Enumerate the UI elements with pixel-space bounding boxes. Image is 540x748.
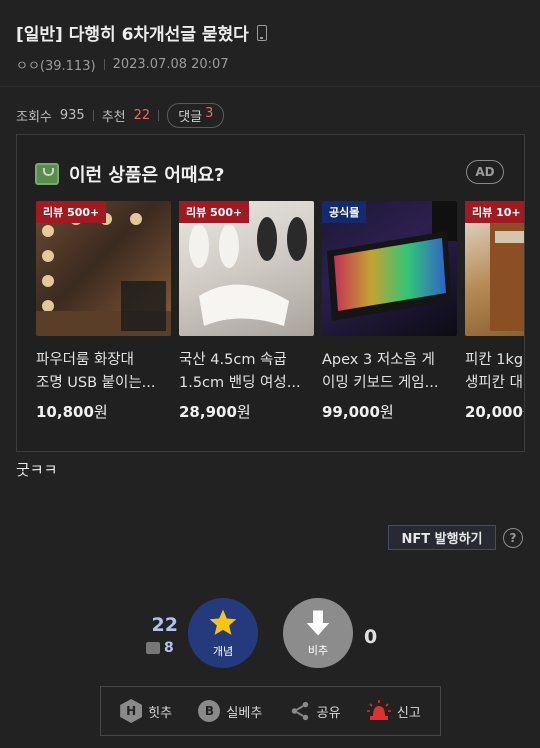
views-count: 935 bbox=[59, 107, 85, 123]
fixed-upvote-count: 8 bbox=[146, 640, 174, 656]
star-icon bbox=[209, 609, 237, 635]
fixed-user-icon bbox=[146, 642, 160, 654]
post-stats: 조회수 935 추천 22 댓글 3 bbox=[16, 102, 225, 128]
product-card[interactable]: 공식몰 Apex 3 저소음 게 이밍 키보드 게임... 99,000원 bbox=[322, 201, 457, 422]
price-unit: 원 bbox=[236, 403, 251, 421]
product-image[interactable]: 리뷰 500+ bbox=[36, 201, 171, 336]
price-unit: 원 bbox=[523, 403, 524, 421]
comments-count: 3 bbox=[205, 105, 214, 121]
product-name[interactable]: 피칸 1kg 생피칸 대 bbox=[465, 349, 524, 395]
post-body: 굿ㅋㅋ bbox=[16, 461, 58, 479]
product-name-line: Apex 3 저소음 게 bbox=[322, 352, 435, 368]
hit-recommend-label: 힛추 bbox=[148, 705, 173, 721]
product-tag: 공식몰 bbox=[322, 201, 367, 223]
post-datetime: 2023.07.08 20:07 bbox=[112, 57, 229, 72]
downvote-label: 비추 bbox=[307, 644, 329, 657]
product-name-line: 생피칸 대 bbox=[465, 375, 523, 391]
shopping-bag-icon bbox=[35, 163, 59, 185]
divider bbox=[92, 109, 94, 121]
ad-recommendation-box: 이런 상품은 어때요? AD 리뷰 500+ 파우더룸 화장대 조명 USB 붙… bbox=[16, 134, 525, 452]
divider bbox=[158, 109, 160, 121]
product-image[interactable]: 공식몰 bbox=[322, 201, 457, 336]
recommend-count: 22 bbox=[133, 107, 151, 123]
product-name[interactable]: 국산 4.5cm 속굽 1.5cm 밴딩 여성... bbox=[179, 349, 314, 395]
product-tag: 리뷰 10+ bbox=[465, 201, 524, 223]
upvote-label: 개념 bbox=[212, 645, 234, 658]
price-unit: 원 bbox=[379, 403, 394, 421]
comments-label: 댓글 bbox=[178, 109, 203, 125]
help-icon[interactable]: ? bbox=[503, 528, 523, 548]
report-label: 신고 bbox=[396, 705, 421, 721]
share-label: 공유 bbox=[316, 705, 341, 721]
product-tag: 리뷰 500+ bbox=[36, 201, 107, 223]
mobile-phone-icon bbox=[256, 24, 267, 41]
product-card[interactable]: 리뷰 500+ 파우더룸 화장대 조명 USB 붙이는... 10,800원 bbox=[36, 201, 171, 422]
fixed-upvote-value: 8 bbox=[164, 640, 174, 656]
product-price: 20,000원 bbox=[465, 401, 524, 422]
upvote-count: 22 bbox=[151, 614, 178, 636]
recommend-label: 추천 bbox=[101, 109, 126, 125]
best-recommend-button[interactable]: B 실베추 bbox=[198, 700, 262, 722]
price-value: 20,000 bbox=[465, 403, 523, 421]
product-name-line: 이밍 키보드 게임... bbox=[322, 375, 439, 391]
post-meta: ㅇㅇ(39.113) 2023.07.08 20:07 bbox=[16, 55, 229, 74]
comments-button[interactable]: 댓글 3 bbox=[167, 102, 225, 128]
product-price: 10,800원 bbox=[36, 401, 171, 422]
product-name-line: 조명 USB 붙이는... bbox=[36, 375, 156, 391]
product-tag: 리뷰 500+ bbox=[179, 201, 250, 223]
product-image[interactable]: 리뷰 10+ bbox=[465, 201, 524, 336]
price-value: 99,000 bbox=[322, 403, 380, 421]
ad-header-text: 이런 상품은 어때요? bbox=[69, 165, 225, 186]
product-card[interactable]: 리뷰 10+ 피칸 1kg 생피칸 대 20,000원 bbox=[465, 201, 524, 422]
product-name-line: 국산 4.5cm 속굽 bbox=[179, 352, 287, 368]
ad-badge[interactable]: AD bbox=[466, 160, 504, 184]
post-title: [일반] 다행히 6차개선글 묻혔다 bbox=[16, 25, 249, 45]
siren-icon bbox=[366, 700, 391, 720]
divider bbox=[103, 59, 105, 70]
best-recommend-label: 실베추 bbox=[226, 705, 263, 721]
arrow-down-icon bbox=[306, 610, 330, 636]
upvote-button[interactable]: 개념 bbox=[188, 598, 258, 668]
report-button[interactable]: 신고 bbox=[366, 700, 421, 722]
downvote-count: 0 bbox=[364, 626, 378, 648]
product-card[interactable]: 리뷰 500+ 국산 4.5cm 속굽 1.5cm 밴딩 여성... 28,90… bbox=[179, 201, 314, 422]
best-icon: B bbox=[198, 700, 221, 722]
hit-recommend-button[interactable]: H 힛추 bbox=[120, 699, 172, 723]
hit-icon: H bbox=[120, 699, 143, 723]
post-action-bar: H 힛추 B 실베추 공유 신고 bbox=[100, 686, 441, 736]
share-button[interactable]: 공유 bbox=[289, 700, 341, 722]
product-name[interactable]: Apex 3 저소음 게 이밍 키보드 게임... bbox=[322, 349, 457, 395]
header-divider bbox=[0, 86, 540, 87]
product-price: 28,900원 bbox=[179, 401, 314, 422]
product-name[interactable]: 파우더룸 화장대 조명 USB 붙이는... bbox=[36, 349, 171, 395]
views-label: 조회수 bbox=[16, 109, 52, 125]
product-carousel: 리뷰 500+ 파우더룸 화장대 조명 USB 붙이는... 10,800원 리… bbox=[36, 201, 524, 422]
post-title-row: [일반] 다행히 6차개선글 묻혔다 bbox=[16, 20, 524, 45]
product-name-line: 피칸 1kg bbox=[465, 352, 524, 368]
price-value: 10,800 bbox=[36, 403, 94, 421]
nft-issue-button[interactable]: NFT 발행하기 bbox=[388, 525, 496, 550]
downvote-button[interactable]: 비추 bbox=[283, 598, 353, 668]
product-name-line: 1.5cm 밴딩 여성... bbox=[179, 375, 301, 391]
post-author[interactable]: ㅇㅇ(39.113) bbox=[16, 55, 96, 74]
share-icon bbox=[291, 701, 308, 721]
price-value: 28,900 bbox=[179, 403, 237, 421]
product-name-line: 파우더룸 화장대 bbox=[36, 352, 134, 368]
product-price: 99,000원 bbox=[322, 401, 457, 422]
product-image[interactable]: 리뷰 500+ bbox=[179, 201, 314, 336]
ad-header: 이런 상품은 어때요? bbox=[35, 161, 224, 187]
price-unit: 원 bbox=[93, 403, 108, 421]
